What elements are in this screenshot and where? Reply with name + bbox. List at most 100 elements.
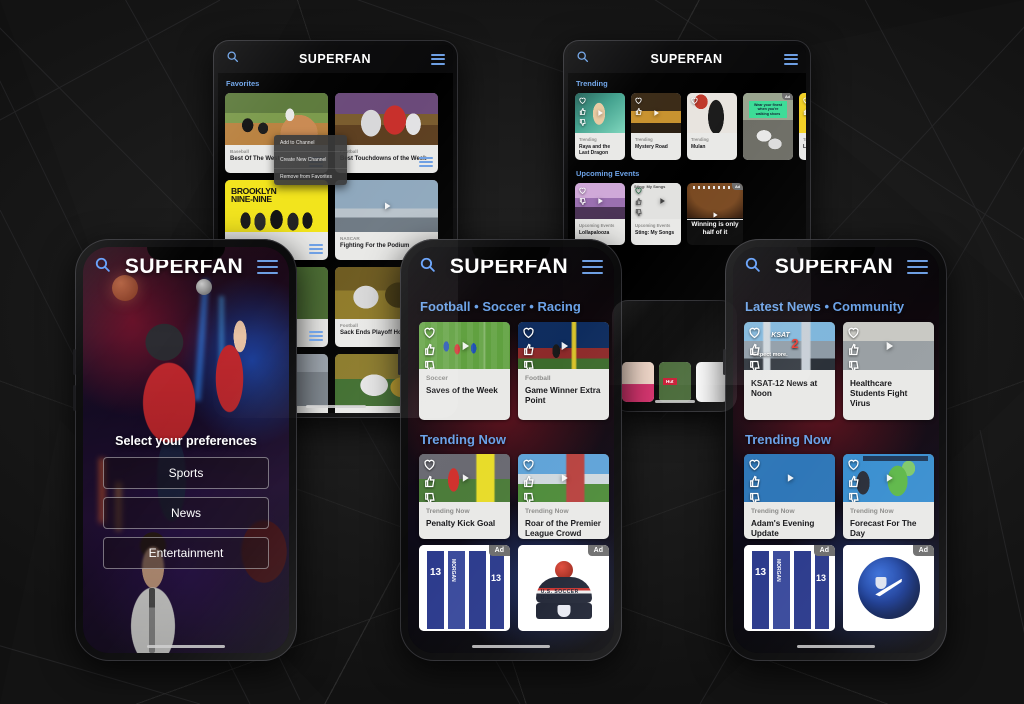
volume-button[interactable] bbox=[723, 349, 726, 375]
preference-option-entertainment[interactable]: Entertainment bbox=[102, 536, 270, 569]
ad-card[interactable] bbox=[622, 362, 654, 402]
reaction-buttons[interactable] bbox=[747, 325, 762, 370]
hamburger-menu-icon[interactable] bbox=[581, 259, 603, 275]
play-button-icon[interactable] bbox=[381, 200, 393, 212]
volume-button[interactable] bbox=[73, 349, 76, 375]
play-button-icon[interactable] bbox=[783, 472, 796, 485]
card-thumbnail[interactable]: Sting: My Songs bbox=[631, 183, 681, 219]
section-title-trending-now: Trending Now bbox=[745, 432, 831, 447]
search-icon[interactable] bbox=[419, 256, 436, 278]
upcoming-events-carousel[interactable]: Upcoming Events Lollapalooza Sting: My S… bbox=[575, 183, 799, 245]
content-card[interactable]: Upcoming Events Lollapalooza bbox=[575, 183, 625, 245]
content-card[interactable]: Football Game Winner Extra Point bbox=[518, 322, 609, 420]
context-menu-item-add-to-channel[interactable]: Add to Channel bbox=[274, 135, 347, 152]
card-thumbnail[interactable] bbox=[799, 93, 806, 133]
phone4-content[interactable]: Football • Soccer • Racing Soccer Saves … bbox=[408, 291, 614, 653]
reaction-buttons[interactable] bbox=[634, 96, 643, 116]
card-thumbnail[interactable] bbox=[843, 322, 934, 370]
content-card[interactable]: Trending Mystery Road bbox=[631, 93, 681, 160]
hamburger-menu-icon[interactable] bbox=[256, 259, 278, 275]
ad-card[interactable]: Wear your finest when you're walking shoes… bbox=[743, 93, 793, 160]
card-options-icon[interactable] bbox=[309, 243, 323, 254]
play-button-icon[interactable] bbox=[557, 339, 571, 353]
behind-ads-row[interactable]: Hut bbox=[616, 304, 733, 402]
card-thumbnail[interactable] bbox=[575, 183, 625, 219]
content-card[interactable]: Trending Now Roar of the Premier League … bbox=[518, 454, 609, 539]
context-menu-item-create-new-channel[interactable]: Create New Channel bbox=[274, 152, 347, 169]
reaction-buttons[interactable] bbox=[634, 186, 643, 217]
play-button-icon[interactable] bbox=[882, 339, 896, 353]
reaction-buttons[interactable] bbox=[690, 96, 699, 105]
card-options-icon[interactable] bbox=[309, 330, 323, 341]
section-title-latest-news: Latest News • Community bbox=[745, 299, 905, 314]
ad-card[interactable]: Ad bbox=[843, 545, 934, 631]
card-options-icon[interactable] bbox=[419, 156, 433, 167]
reaction-buttons[interactable] bbox=[846, 325, 861, 370]
play-button-icon[interactable] bbox=[711, 211, 720, 220]
card-thumbnail[interactable]: BROOKLYN NINE-NINE bbox=[225, 180, 328, 232]
card-thumbnail[interactable] bbox=[335, 93, 438, 145]
reaction-buttons[interactable] bbox=[578, 96, 587, 127]
card-thumbnail[interactable] bbox=[518, 454, 609, 502]
reaction-buttons[interactable] bbox=[422, 325, 437, 369]
card-thumbnail[interactable] bbox=[687, 93, 737, 133]
content-card[interactable]: Trending Raya and the Last Dragon bbox=[575, 93, 625, 160]
content-card[interactable]: Trending Now Adam's Evening Update bbox=[744, 454, 835, 539]
play-button-icon[interactable] bbox=[651, 108, 661, 118]
play-button-icon[interactable] bbox=[458, 339, 472, 353]
content-card[interactable]: Trending Mulan bbox=[687, 93, 737, 160]
search-icon[interactable] bbox=[226, 50, 239, 68]
card-thumbnail[interactable] bbox=[335, 180, 438, 232]
reaction-buttons[interactable] bbox=[802, 96, 806, 116]
reaction-buttons[interactable] bbox=[521, 325, 536, 369]
card-thumbnail[interactable] bbox=[744, 454, 835, 502]
content-card[interactable]: KSAT 2 Expect more. KSAT-12 News at Noon bbox=[744, 322, 835, 420]
content-card[interactable]: Healthcare Students Fight Virus bbox=[843, 322, 934, 420]
play-button-icon[interactable] bbox=[557, 472, 570, 485]
ad-card[interactable]: U.S. SOCCER U.S. Ad bbox=[518, 545, 609, 631]
preference-option-sports[interactable]: Sports bbox=[102, 456, 270, 489]
context-menu-item-remove-from-favorites[interactable]: Remove from Favorites bbox=[274, 169, 347, 185]
play-button-icon[interactable] bbox=[595, 108, 605, 118]
preference-option-news[interactable]: News bbox=[102, 496, 270, 529]
content-card[interactable]: Trending Now Penalty Kick Goal bbox=[419, 454, 510, 539]
hamburger-menu-icon[interactable] bbox=[430, 53, 445, 65]
play-button-icon[interactable] bbox=[657, 196, 667, 206]
content-card[interactable]: Soccer Saves of the Week bbox=[419, 322, 510, 420]
search-icon[interactable] bbox=[576, 50, 589, 68]
thumbs-down-icon bbox=[524, 360, 534, 369]
phone5-content[interactable]: Latest News • Community KSAT 2 Expect mo… bbox=[733, 291, 939, 653]
ad-card[interactable]: Winning is only half of it Ad bbox=[687, 183, 743, 245]
ad-card[interactable]: 13 13 MORGAN Ad bbox=[419, 545, 510, 631]
ad-card[interactable]: 13 13 MORGAN Ad bbox=[744, 545, 835, 631]
card-thumbnail[interactable] bbox=[843, 454, 934, 502]
play-button-icon[interactable] bbox=[882, 472, 895, 485]
card-thumbnail[interactable] bbox=[419, 322, 510, 369]
card-thumbnail[interactable]: KSAT 2 Expect more. bbox=[744, 322, 835, 370]
card-thumbnail[interactable] bbox=[419, 454, 510, 502]
content-card[interactable]: Trending Now Forecast For The Day bbox=[843, 454, 934, 539]
reaction-buttons[interactable] bbox=[747, 457, 762, 502]
card-thumbnail[interactable] bbox=[575, 93, 625, 133]
reaction-buttons[interactable] bbox=[846, 457, 861, 502]
play-button-icon[interactable] bbox=[595, 196, 605, 206]
content-card[interactable]: Trending Little bbox=[799, 93, 806, 160]
play-button-icon[interactable] bbox=[458, 472, 471, 485]
reaction-buttons[interactable] bbox=[521, 457, 536, 502]
card-context-menu[interactable]: Add to Channel Create New Channel Remove… bbox=[274, 135, 347, 185]
reaction-buttons[interactable] bbox=[578, 186, 587, 206]
volume-button[interactable] bbox=[398, 349, 401, 375]
reaction-buttons[interactable] bbox=[422, 457, 437, 502]
ad-card[interactable]: Hut bbox=[659, 362, 691, 402]
hamburger-menu-icon[interactable] bbox=[783, 53, 798, 65]
search-icon[interactable] bbox=[744, 256, 761, 278]
volume-button[interactable] bbox=[73, 385, 76, 411]
hamburger-menu-icon[interactable] bbox=[906, 259, 928, 275]
heart-icon bbox=[749, 459, 760, 471]
content-card[interactable]: Football Best Touchdowns of the Week bbox=[335, 93, 438, 173]
trending-carousel[interactable]: Trending Raya and the Last Dragon Trendi… bbox=[575, 93, 806, 160]
search-icon[interactable] bbox=[94, 256, 111, 278]
card-thumbnail[interactable] bbox=[631, 93, 681, 133]
card-thumbnail[interactable] bbox=[518, 322, 609, 369]
content-card[interactable]: Sting: My Songs Upcoming Events Sting: M… bbox=[631, 183, 681, 245]
